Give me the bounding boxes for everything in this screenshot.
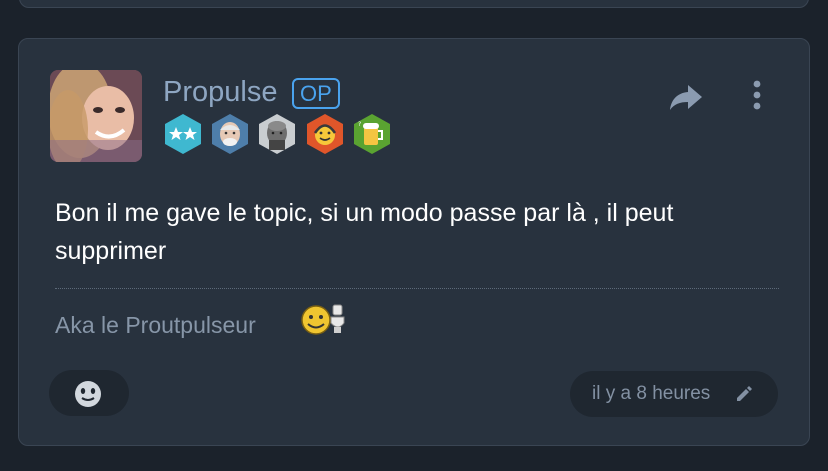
post-timestamp: il y a 8 heures xyxy=(592,383,711,404)
post-timestamp-pill: il y a 8 heures xyxy=(570,371,778,417)
post-signature: Aka le Proutpulseur xyxy=(55,312,256,338)
pencil-edit-icon xyxy=(737,386,752,401)
smiley-face-icon xyxy=(75,381,101,407)
beer-mug-badge-icon[interactable]: ? xyxy=(351,112,393,156)
signature-divider xyxy=(55,288,779,289)
share-arrow-icon xyxy=(670,85,702,110)
vertical-dots-icon xyxy=(753,80,761,110)
smiley-toilet-icon xyxy=(299,301,349,337)
post-message: Bon il me gave le topic, si un modo pass… xyxy=(55,199,674,265)
bald-man-portrait-badge-icon[interactable] xyxy=(256,112,298,156)
previous-post-card xyxy=(19,0,809,8)
forum-post-card: Propulse OP ? Bon il me gave le topic, s… xyxy=(18,38,810,446)
hide-the-pain-harold-badge-icon[interactable] xyxy=(209,112,251,156)
avatar-photo xyxy=(50,70,142,162)
svg-text:?: ? xyxy=(358,121,361,128)
smiley-headset-badge-icon[interactable] xyxy=(304,112,346,156)
op-badge: OP xyxy=(292,78,340,109)
share-button[interactable] xyxy=(668,81,704,113)
more-options-button[interactable] xyxy=(748,79,766,111)
two-stars-badge-icon[interactable] xyxy=(162,112,204,156)
add-reaction-button[interactable] xyxy=(49,370,129,416)
author-username[interactable]: Propulse xyxy=(163,75,277,109)
avatar[interactable] xyxy=(50,70,142,162)
